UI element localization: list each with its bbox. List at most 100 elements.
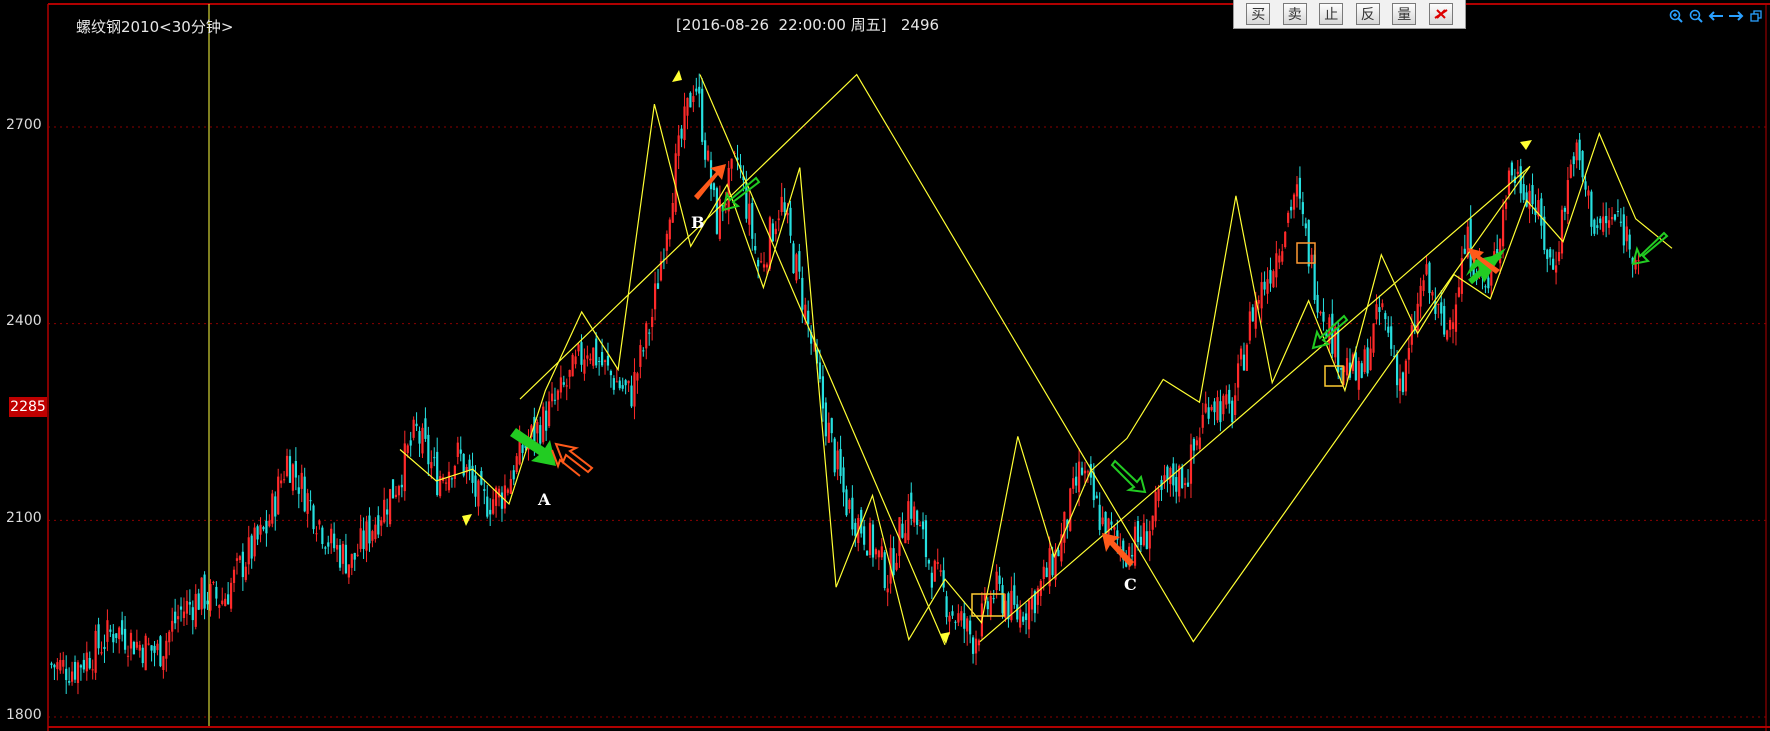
candle-body [1216,397,1219,421]
candle-body [450,478,454,480]
candle-body [409,440,412,446]
scroll-left-icon[interactable] [1708,8,1724,24]
candle-body [433,457,436,459]
cancel-order-icon[interactable] [1428,3,1453,25]
scroll-right-icon[interactable] [1728,8,1744,24]
candle-body [715,188,719,234]
candle-body [565,385,568,387]
candle-body [836,450,839,470]
candle-body [583,359,586,374]
candle-body [1110,521,1113,525]
candle-body [1181,467,1184,488]
candle-body [506,489,509,493]
candle-body [203,574,206,609]
candle-body [609,370,613,376]
candle-body [833,438,836,473]
candle-body [963,613,966,629]
candle-body [795,254,798,281]
candle-body [188,602,191,605]
candle-body [1063,511,1066,543]
candle-body [851,497,854,530]
candle-body [966,618,969,632]
zoom-in-icon[interactable] [1668,8,1684,24]
candle-body [1596,225,1599,228]
candle-body [683,106,686,141]
candle-body [386,509,389,515]
candle-body [1275,253,1278,278]
candle-body [1207,407,1210,419]
candle-body [347,564,350,578]
candle-body [418,431,421,444]
candle-body [580,342,583,365]
candle-body [792,243,795,274]
candle-body [1222,395,1225,415]
candle-body [883,552,886,588]
candle-body [176,616,180,620]
candle-body [503,485,507,509]
candle-body [1369,348,1372,371]
candle-body [992,598,995,600]
candle-body [197,593,200,610]
candle-body [477,480,480,507]
chart-canvas[interactable] [0,0,1770,731]
candle-body [115,633,118,638]
candle-body [294,460,297,478]
candle-body [492,499,495,514]
candle-body [904,533,907,544]
candle-body [1366,347,1369,374]
candle-body [1151,515,1154,530]
candle-body [1269,270,1272,284]
candle-body [777,218,780,221]
candle-body [362,530,365,550]
buy-button[interactable]: 买 [1246,3,1271,25]
restore-window-icon[interactable] [1748,8,1764,24]
candle-body [512,470,515,480]
candle-body [126,655,130,657]
candle-body [586,355,589,359]
candle-body [757,259,760,267]
candle-body [1407,347,1410,360]
candle-body [1301,202,1304,215]
candle-body [901,523,904,538]
candle-body [948,615,951,622]
candle-body [1625,226,1628,242]
candle-body [547,401,551,427]
candle-body [227,594,230,605]
candle-body [1531,185,1534,205]
candle-body [330,528,333,544]
candle-body [406,445,409,453]
candle-body [759,261,763,263]
zoom-out-icon[interactable] [1688,8,1704,24]
candle-body [1398,378,1402,391]
candle-body [103,646,106,649]
candle-body [1563,207,1567,212]
candle-body [1510,162,1514,176]
reverse-button[interactable]: 反 [1355,3,1380,25]
candle-body [1454,304,1458,332]
candle-body [1575,142,1578,161]
candle-body [774,228,777,235]
candle-body [1257,300,1260,304]
stop-button[interactable]: 止 [1319,3,1344,25]
trade-toolbar: 买 卖 止 反 量 [1233,0,1466,29]
candle-body [285,455,289,477]
sell-button[interactable]: 卖 [1282,3,1307,25]
candle-body [974,638,978,654]
candle-body [1528,190,1531,209]
volume-button[interactable]: 量 [1392,3,1417,25]
point-label-a: A [538,490,551,509]
candle-body [1201,414,1204,428]
candle-body [1278,255,1281,263]
candle-body [1602,216,1605,232]
candle-body [689,92,692,108]
candle-body [1051,553,1054,576]
candle-body [365,521,368,551]
candle-body [247,537,250,565]
candle-body [288,456,292,483]
candle-body [845,489,848,516]
candle-body [500,492,504,509]
candle-body [783,202,786,212]
candle-body [1569,164,1572,178]
candle-body [471,465,474,483]
candle-body [65,668,68,680]
